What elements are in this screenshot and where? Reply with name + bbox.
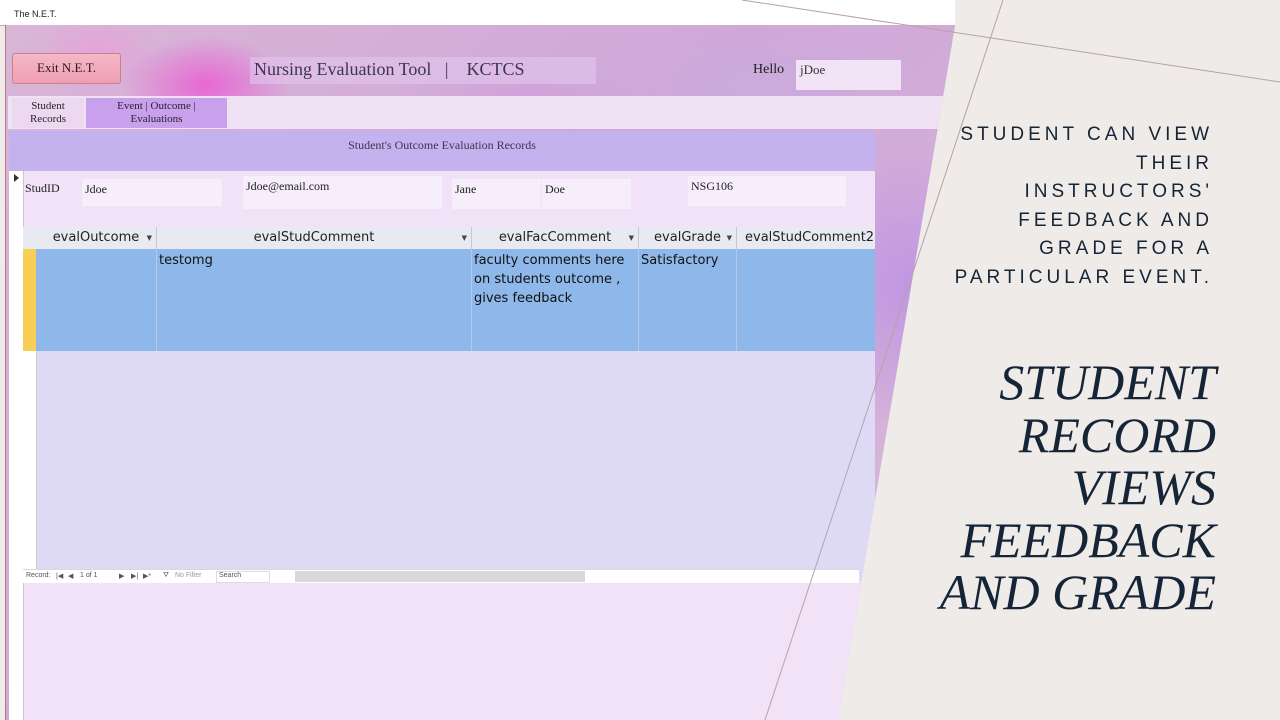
first-name-field[interactable]: Jane <box>452 179 541 209</box>
new-record-icon[interactable]: ▶* <box>143 572 151 580</box>
current-record-arrow-icon <box>14 174 19 182</box>
cell-evalgrade[interactable]: Satisfactory <box>639 249 737 351</box>
column-header-evalgrade[interactable]: evalGrade ▼ <box>639 227 737 249</box>
record-selector[interactable] <box>9 171 24 720</box>
stud-id-label: StudID <box>25 181 60 195</box>
column-header-label: evalFacComment <box>498 230 612 245</box>
cell-evalstudcomment2[interactable] <box>737 249 875 351</box>
last-name-field[interactable]: Doe <box>542 179 631 209</box>
dropdown-arrow-icon[interactable]: ▼ <box>629 227 634 249</box>
cell-evalfaccomment[interactable]: faculty comments here on students outcom… <box>472 249 639 351</box>
dropdown-arrow-icon[interactable]: ▼ <box>147 227 152 249</box>
window-title: The N.E.T. <box>14 9 57 19</box>
form-heading: Student's Outcome Evaluation Records <box>9 131 875 171</box>
course-field[interactable]: NSG106 <box>688 176 846 206</box>
horizontal-scrollbar[interactable] <box>295 571 585 582</box>
previous-record-icon[interactable]: ◀ <box>68 572 73 580</box>
evaluation-datasheet: evalOutcome ▼ evalStudComment ▼ evalFacCom… <box>23 227 875 582</box>
dropdown-arrow-icon[interactable]: ▼ <box>727 227 732 249</box>
no-filter-button[interactable]: No Filter <box>175 572 201 579</box>
hello-label: Hello <box>753 62 785 77</box>
first-record-icon[interactable]: |◀ <box>56 572 63 580</box>
column-header-evalstudcomment2[interactable]: evalStudComment2 <box>737 227 875 249</box>
stud-id-field[interactable]: Jdoe <box>82 179 222 206</box>
app-title: Nursing Evaluation Tool | KCTCS <box>250 57 596 84</box>
new-record-selector[interactable] <box>23 351 37 572</box>
email-field[interactable]: Jdoe@email.com <box>243 176 442 209</box>
column-header-evalstudcomment[interactable]: evalStudComment ▼ <box>157 227 472 249</box>
dropdown-arrow-icon[interactable]: ▼ <box>462 227 467 249</box>
window-titlebar: The N.E.T. <box>0 0 955 26</box>
column-header-evalfaccomment[interactable]: evalFacComment ▼ <box>472 227 639 249</box>
tab-student-records[interactable]: Student Records <box>12 98 84 128</box>
next-record-icon[interactable]: ▶ <box>119 572 124 580</box>
column-header-label: evalStudComment2 <box>745 230 875 245</box>
column-header-evaloutcome[interactable]: evalOutcome ▼ <box>36 227 157 249</box>
last-record-icon[interactable]: ▶| <box>131 572 138 580</box>
cell-evalstudcomment[interactable]: testomg <box>157 249 472 351</box>
record-navigation-bar: Record: |◀ ◀ 1 of 1 ▶ ▶| ▶* ⛛ No Filter … <box>23 569 859 583</box>
column-header-label: evalOutcome <box>52 230 140 245</box>
column-header-label: evalGrade <box>654 230 721 245</box>
datasheet-header: evalOutcome ▼ evalStudComment ▼ evalFacCom… <box>23 227 875 250</box>
column-header-label: evalStudComment <box>253 230 375 245</box>
cell-evaloutcome[interactable] <box>36 249 157 351</box>
record-position[interactable]: 1 of 1 <box>80 572 98 579</box>
row-selector[interactable] <box>23 249 36 351</box>
exit-button[interactable]: Exit N.E.T. <box>12 53 121 84</box>
filter-icon[interactable]: ⛛ <box>163 572 169 580</box>
search-label: Search <box>219 572 242 579</box>
hello-username-field: jDoe <box>796 60 901 90</box>
tab-event-outcome-evaluations[interactable]: Event | Outcome | Evaluations <box>86 98 227 128</box>
record-label: Record: <box>26 572 51 579</box>
slide-callout-text: STUDENT CAN VIEW THEIR INSTRUCTORS' FEED… <box>954 124 1213 288</box>
slide-title: STUDENT RECORD VIEWS FEEDBACK AND GRADE <box>939 354 1216 620</box>
